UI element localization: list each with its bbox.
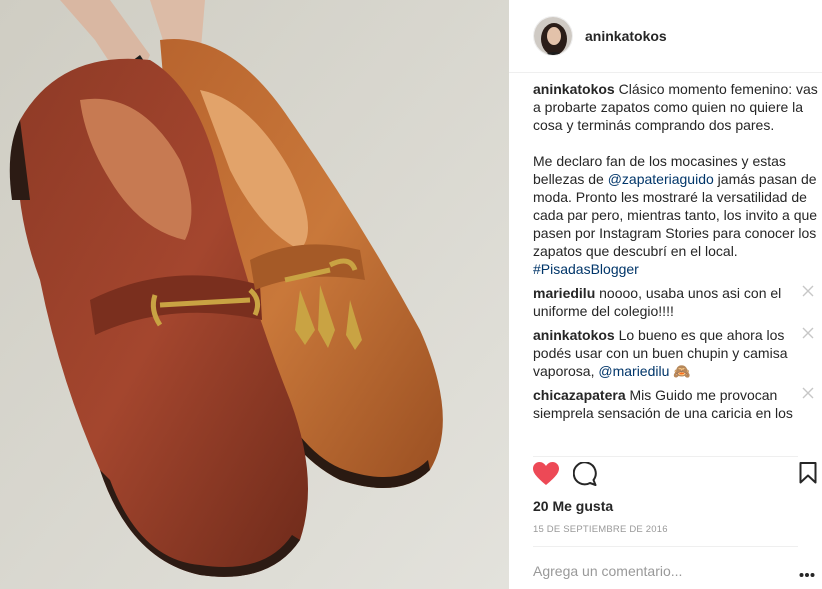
post-photo[interactable] — [0, 0, 509, 589]
post-details-panel: aninkatokos aninkatokos Clásico momento … — [509, 0, 822, 589]
divider — [533, 546, 798, 547]
like-count[interactable]: 20 Me gusta — [533, 498, 613, 514]
close-icon[interactable] — [802, 327, 814, 339]
mention-link[interactable]: @mariedilu — [598, 363, 669, 379]
post-header: aninkatokos — [509, 0, 822, 73]
divider — [533, 456, 798, 457]
post-caption: aninkatokos Clásico momento femenino: va… — [533, 80, 818, 278]
post-actions — [533, 462, 817, 492]
post-date[interactable]: 15 de septiembre de 2016 — [533, 524, 668, 535]
comment-item: mariedilu noooo, usaba unos asi con el u… — [533, 284, 818, 320]
comment-author-link[interactable]: aninkatokos — [533, 327, 615, 343]
bookmark-icon[interactable] — [799, 462, 822, 488]
heart-icon[interactable] — [533, 462, 559, 488]
more-options-icon[interactable] — [799, 565, 815, 577]
profile-photo — [534, 17, 572, 55]
emoji: 🙈 — [669, 363, 691, 379]
hashtag-link[interactable]: #PisadasBlogger — [533, 261, 639, 277]
comment-item: aninkatokos Lo bueno es que ahora los po… — [533, 326, 818, 380]
close-icon[interactable] — [802, 387, 814, 399]
avatar[interactable] — [533, 16, 573, 56]
post-author-link[interactable]: aninkatokos — [585, 28, 667, 44]
comment-author-link[interactable]: mariedilu — [533, 285, 595, 301]
close-icon[interactable] — [802, 285, 814, 297]
mention-link[interactable]: @zapateriaguido — [608, 171, 714, 187]
caption-author-link[interactable]: aninkatokos — [533, 81, 615, 97]
comment-bubble-icon[interactable] — [573, 462, 599, 488]
comment-author-link[interactable]: chicazapatera — [533, 387, 626, 403]
comment-item: chicazapatera Mis Guido me provocan siem… — [533, 386, 818, 422]
add-comment-input[interactable] — [533, 560, 783, 582]
comments-list: aninkatokos Clásico momento femenino: va… — [533, 80, 818, 454]
